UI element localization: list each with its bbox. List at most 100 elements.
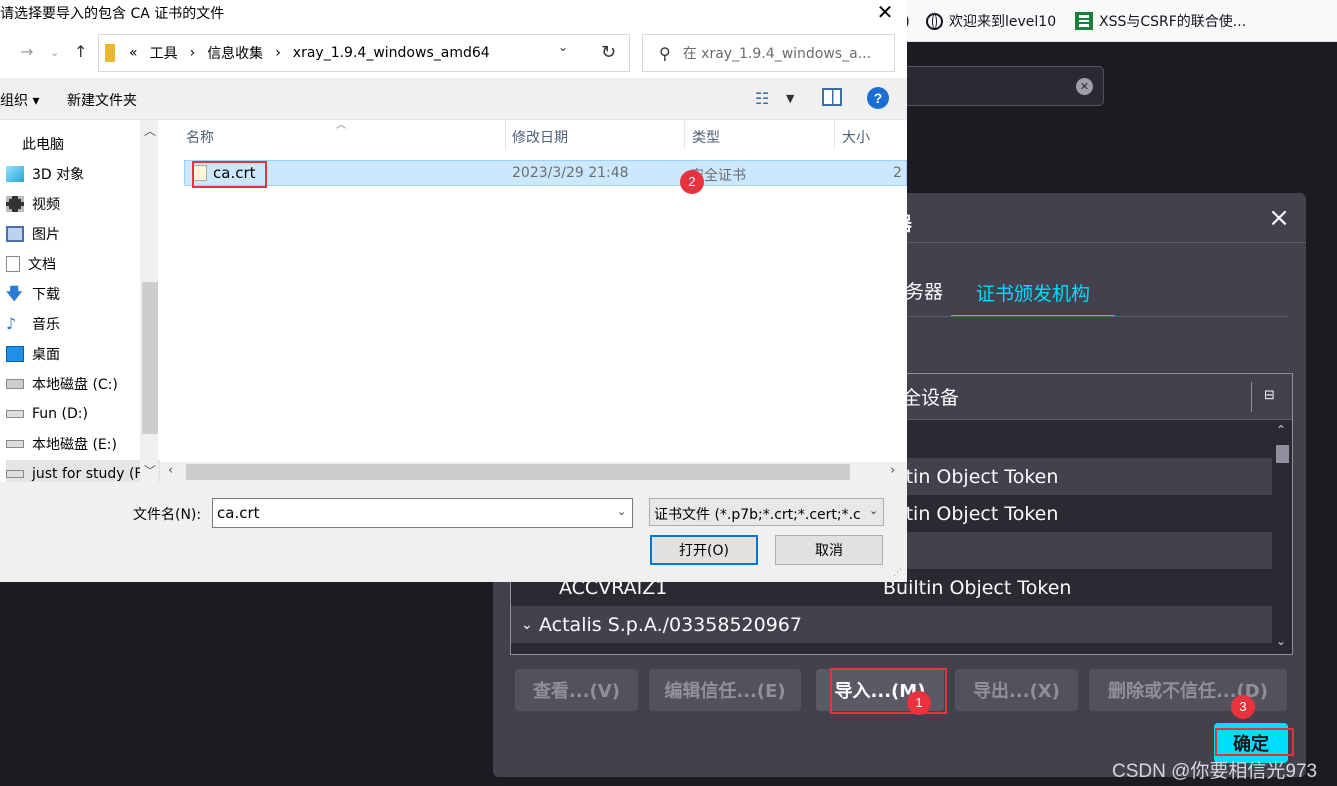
sheet-icon	[1075, 12, 1093, 30]
column-name[interactable]: 名称	[186, 127, 214, 147]
view-button[interactable]: 查看...(V)	[515, 669, 638, 711]
nav-scrollbar[interactable]: ︿ ﹀	[140, 120, 158, 482]
view-options-icon[interactable]: ☷	[755, 89, 769, 108]
filename-input[interactable]: ca.crt	[212, 498, 633, 528]
breadcrumb-separator[interactable]: ›	[190, 45, 196, 61]
clear-icon[interactable]: ✕	[1076, 78, 1093, 95]
recent-dropdown-icon[interactable]: ⌄	[50, 46, 59, 59]
search-placeholder: 在 xray_1.9.4_windows_a...	[682, 46, 872, 62]
refresh-icon[interactable]: ↻	[588, 34, 630, 72]
document-icon	[6, 256, 20, 272]
chevron-down-icon[interactable]: ⌄	[869, 504, 878, 517]
music-note-icon: ♪	[6, 314, 17, 333]
column-separator[interactable]	[684, 120, 685, 150]
file-type-filter[interactable]: 证书文件 (*.p7b;*.crt;*.cert;*.c	[649, 498, 884, 526]
column-separator[interactable]	[505, 120, 506, 150]
resize-grip-icon[interactable]: ⋰	[893, 568, 902, 578]
nav-item-drive-e[interactable]: 本地磁盘 (E:)	[6, 430, 117, 458]
scrollbar-thumb[interactable]	[186, 464, 850, 480]
filename-label: 文件名(N):	[133, 507, 202, 523]
divider	[903, 316, 1288, 317]
scroll-down-icon[interactable]: ﹀	[144, 462, 156, 479]
background-search-field[interactable]: ✕	[900, 66, 1104, 106]
nav-item-this-pc[interactable]: 此电脑	[6, 130, 64, 158]
cancel-button[interactable]: 取消	[775, 535, 883, 565]
list-header: ︿ 名称 修改日期 类型 大小	[160, 120, 907, 150]
chevron-down-icon[interactable]: ⌄	[521, 617, 533, 633]
edit-trust-button[interactable]: 编辑信任...(E)	[649, 669, 801, 711]
breadcrumb-overflow[interactable]: «	[129, 45, 138, 61]
breadcrumb-item[interactable]: xray_1.9.4_windows_amd64	[293, 45, 490, 61]
desktop-icon	[6, 346, 24, 362]
bookmark-label: XSS与CSRF的联合使...	[1099, 14, 1247, 30]
forward-arrow-icon[interactable]: →	[20, 42, 33, 61]
nav-item-desktop[interactable]: 桌面	[6, 340, 60, 368]
scrollbar-thumb[interactable]	[1276, 445, 1289, 463]
address-bar[interactable]: « 工具 › 信息收集 › xray_1.9.4_windows_amd64	[98, 34, 630, 72]
download-arrow-icon: 🡇	[6, 284, 23, 303]
file-modified: 2023/3/29 21:48	[512, 165, 629, 181]
nav-item-3d-objects[interactable]: 3D 对象	[6, 160, 84, 188]
scrollbar-thumb[interactable]	[142, 282, 158, 434]
file-list[interactable]: ︿ 名称 修改日期 类型 大小 ca.crt 2023/3/29 21:48 安…	[160, 120, 907, 462]
scroll-up-icon[interactable]: ⌃	[1276, 423, 1286, 437]
annotation-box-ok	[1215, 728, 1294, 756]
tab-authorities[interactable]: 证书颁发机构	[951, 269, 1115, 317]
drive-icon	[6, 470, 24, 478]
column-size[interactable]: 大小	[842, 127, 870, 147]
chevron-down-icon[interactable]: ▼	[786, 92, 794, 105]
tree-group-row[interactable]: ⌄ Actalis S.p.A./03358520967	[511, 606, 1272, 643]
nav-item-drive-c[interactable]: 本地磁盘 (C:)	[6, 370, 118, 398]
divider	[903, 242, 1306, 243]
file-size: 2	[893, 165, 902, 181]
folder-icon	[105, 44, 115, 62]
navigation-pane[interactable]: 此电脑 3D 对象 视频 图片 文档 🡇 下载 ♪ 音乐 桌面 本地磁盘 (C:) …	[0, 120, 160, 482]
scroll-right-icon[interactable]: ›	[890, 463, 895, 478]
organize-button[interactable]: 组织 ▾	[0, 90, 39, 110]
dialog-footer: 文件名(N): ca.crt ⌄ 证书文件 (*.p7b;*.crt;*.cer…	[0, 482, 907, 582]
breadcrumb-item[interactable]: 工具	[150, 43, 178, 63]
export-button[interactable]: 导出...(X)	[955, 669, 1078, 711]
title-bar: 请选择要导入的包含 CA 证书的文件 ✕	[0, 0, 907, 28]
tree-scrollbar[interactable]: ⌃ ⌄	[1272, 421, 1292, 654]
new-folder-button[interactable]: 新建文件夹	[67, 90, 137, 110]
scroll-down-icon[interactable]: ⌄	[1276, 634, 1286, 648]
nav-item-music[interactable]: ♪ 音乐	[6, 310, 60, 338]
delete-distrust-button[interactable]: 删除或不信任...(D)	[1089, 669, 1287, 711]
chevron-down-icon[interactable]: ⌄	[617, 505, 626, 518]
search-input[interactable]: ⚲ 在 xray_1.9.4_windows_a...	[642, 34, 895, 72]
annotation-badge: 3	[1231, 695, 1255, 719]
column-type[interactable]: 类型	[692, 127, 720, 147]
preview-pane-icon[interactable]	[822, 88, 842, 106]
horizontal-scrollbar[interactable]: ‹ ›	[160, 462, 907, 482]
film-icon	[6, 196, 24, 212]
bookmark-xss-csrf[interactable]: XSS与CSRF的联合使...	[1075, 10, 1246, 32]
close-icon[interactable]: ✕	[870, 0, 900, 24]
breadcrumb-item[interactable]: 信息收集	[207, 43, 263, 63]
up-arrow-icon[interactable]: ↑	[74, 42, 87, 61]
column-separator	[1251, 382, 1252, 412]
cube-icon	[6, 166, 24, 182]
nav-item-downloads[interactable]: 🡇 下载	[6, 280, 60, 308]
scroll-up-icon[interactable]: ︿	[144, 122, 156, 139]
tab-servers[interactable]: 务器	[905, 277, 943, 304]
close-icon[interactable]: ×	[1266, 205, 1292, 231]
windows-drive-icon	[6, 379, 24, 389]
nav-item-drive-f[interactable]: just for study (F	[6, 460, 160, 482]
bookmark-level10[interactable]: 欢迎来到level10	[926, 10, 1056, 32]
address-row: → ⌄ ↑ « 工具 › 信息收集 › xray_1.9.4_windows_a…	[0, 28, 907, 78]
picture-icon	[6, 226, 24, 242]
nav-item-pictures[interactable]: 图片	[6, 220, 60, 248]
column-picker-icon[interactable]: ⊟	[1264, 388, 1280, 404]
column-modified[interactable]: 修改日期	[512, 127, 568, 147]
address-dropdown-icon[interactable]: ⌄	[558, 40, 568, 54]
help-icon[interactable]: ?	[867, 87, 889, 109]
open-button[interactable]: 打开(O)	[650, 535, 758, 565]
file-row-selected[interactable]: ca.crt 2023/3/29 21:48 安全证书 2	[184, 160, 907, 186]
nav-item-drive-d[interactable]: Fun (D:)	[6, 400, 88, 428]
breadcrumb-separator[interactable]: ›	[275, 45, 281, 61]
column-separator[interactable]	[834, 120, 835, 150]
scroll-left-icon[interactable]: ‹	[168, 463, 173, 478]
nav-item-videos[interactable]: 视频	[6, 190, 60, 218]
nav-item-documents[interactable]: 文档	[6, 250, 56, 278]
